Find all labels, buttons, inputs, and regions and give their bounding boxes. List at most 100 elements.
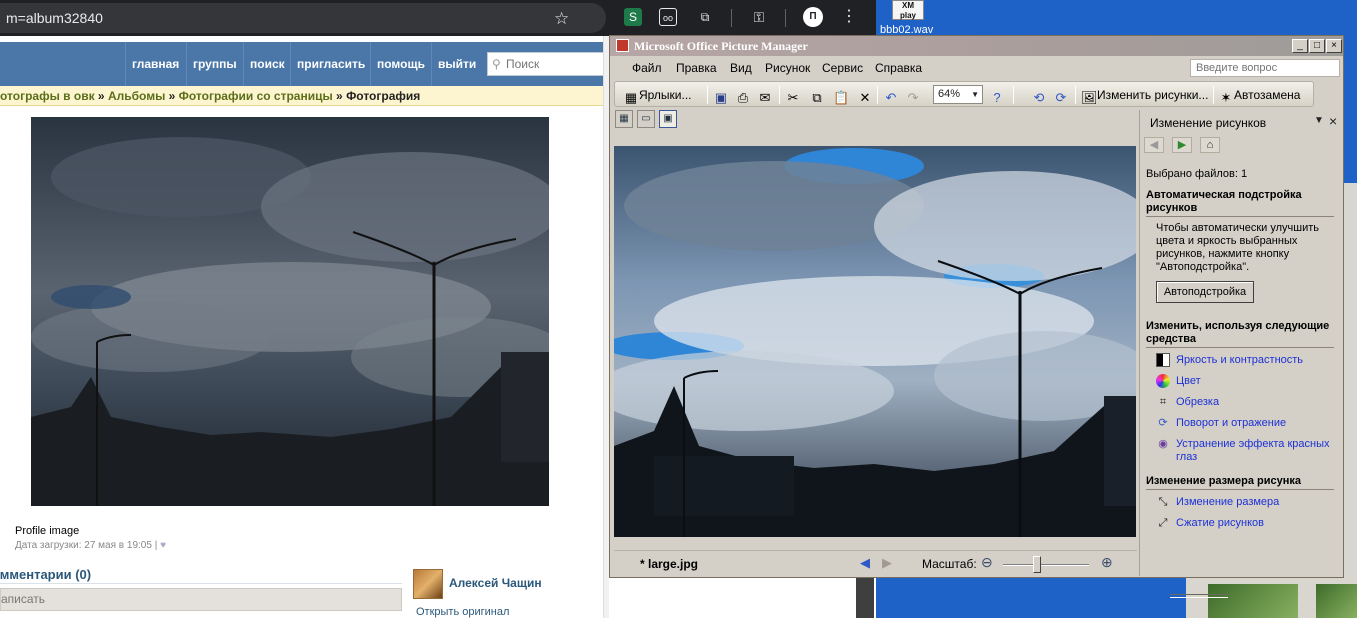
maximize-button[interactable]: □ [1309,39,1325,53]
copy-button[interactable]: ⧉ [809,85,825,105]
extension-s-icon[interactable]: S [624,8,642,26]
resize-icon: ⤡ [1158,496,1168,508]
close-icon[interactable]: × [1329,114,1337,128]
album-photo[interactable] [31,117,549,506]
print-button[interactable]: ⎙ [735,85,751,105]
save-button[interactable]: ▣ [713,85,729,105]
chevron-down-icon[interactable]: ▼ [971,86,979,103]
breadcrumb-user[interactable]: отографы в овк [0,89,95,103]
email-icon: ✉ [759,90,771,105]
open-original-link[interactable]: Открыть оригинал [416,606,509,618]
copy-icon: ⧉ [812,90,822,105]
nav-logout[interactable]: выйти [431,42,482,86]
redo-button[interactable]: ↷ [905,85,921,105]
view-toolbar: ▦ ▭ ▣ [613,110,1137,130]
site-search-input[interactable] [488,53,608,75]
help-button[interactable]: ? [989,85,1005,105]
ask-question-input[interactable] [1191,60,1339,76]
help-icon: ? [993,90,1001,105]
zoom-slider-track[interactable] [1003,564,1089,566]
back-icon[interactable]: ◀ [1144,137,1164,153]
background-window-edge [856,578,874,618]
like-heart-icon[interactable]: ♥ [160,540,166,551]
picture-preview[interactable] [614,146,1136,537]
site-nav-bar: главная группы поиск пригласить помощь в… [0,42,609,86]
author-avatar[interactable] [413,569,443,599]
resize-link[interactable]: Изменение размера [1176,496,1338,509]
extension-video-icon[interactable]: oo [659,8,677,26]
nav-invite[interactable]: пригласить [290,42,371,86]
compress-link[interactable]: Сжатие рисунков [1176,517,1338,530]
profile-avatar-icon[interactable]: Π [803,7,823,27]
previous-picture-icon[interactable]: ◀ [860,555,870,571]
delete-button[interactable]: ✕ [857,85,873,105]
nav-home[interactable]: главная [125,42,185,86]
zoom-combo[interactable]: 64% ▼ [933,85,983,104]
filmstrip-view-icon[interactable]: ▭ [637,110,655,128]
shortcuts-button[interactable]: ▦ Ярлыки... [623,85,692,105]
email-button[interactable]: ✉ [757,85,773,105]
nav-help[interactable]: помощь [370,42,431,86]
red-eye-link[interactable]: Устранение эффекта красных глаз [1176,438,1338,464]
menu-picture[interactable]: Рисунок [765,61,810,75]
zoom-slider-thumb[interactable] [1033,556,1042,573]
forward-icon[interactable]: ▶ [1172,137,1192,153]
site-search[interactable]: ⚲ [487,52,609,76]
password-key-icon[interactable]: ⚿ [750,8,768,26]
menu-view[interactable]: Вид [730,61,752,75]
chevron-down-icon[interactable]: ▼ [1314,115,1324,126]
toolbar-separator [779,86,780,104]
standard-toolbar: ▦ Ярлыки... ▣ ⎙ ✉ ✂ ⧉ 📋 ✕ ↶ ↷ 64% ▼ ? ⟲ ⟳ … [614,81,1314,107]
single-picture-view-icon[interactable]: ▣ [659,110,677,128]
write-comment-field[interactable]: аписать [0,588,402,611]
extensions-puzzle-icon[interactable]: ⧉ [696,8,714,26]
menu-help[interactable]: Справка [875,61,922,75]
nav-search[interactable]: поиск [243,42,291,86]
menu-edit[interactable]: Правка [676,61,717,75]
autoreplace-button[interactable]: ✶ Автозамена [1218,85,1301,105]
bookmark-star-icon[interactable]: ☆ [554,9,569,29]
undo-button[interactable]: ↶ [883,85,899,105]
thumbnail-view-icon[interactable]: ▦ [615,110,633,128]
color-link[interactable]: Цвет [1176,375,1338,388]
browser-menu-icon[interactable]: ⋮ [840,8,858,26]
autoreplace-label: Автозамена [1234,88,1301,102]
search-icon: ⚲ [492,57,501,71]
author-name-link[interactable]: Алексей Чащин [449,576,542,590]
crop-link[interactable]: Обрезка [1176,396,1338,409]
thumbnail-image[interactable] [1208,584,1298,618]
xmplay-file-icon[interactable]: XM play [892,0,924,20]
brightness-contrast-link[interactable]: Яркость и контрастность [1176,354,1338,367]
url-text[interactable]: m=album32840 [6,3,103,33]
undo-icon: ↶ [885,90,897,105]
edit-pictures-button[interactable]: 🖼Изменить рисунки... [1081,85,1208,105]
paste-button[interactable]: 📋 [833,85,849,105]
breadcrumb-current: Фотография [346,89,421,103]
rotate-left-button[interactable]: ⟲ [1031,85,1047,105]
breadcrumb: отографы в овк » Альбомы » Фотографии со… [0,86,603,106]
menu-bar: Файл Правка Вид Рисунок Сервис Справка [610,56,1343,80]
thumbnail-image[interactable] [1316,584,1357,618]
toolbar-divider [785,9,786,27]
nav-groups[interactable]: группы [186,42,243,86]
address-bar[interactable]: m=album32840 ☆ [0,3,606,33]
save-icon: ▣ [714,90,728,105]
breadcrumb-album[interactable]: Фотографии со страницы [179,89,333,103]
minimize-button[interactable]: _ [1292,39,1308,53]
menu-tools[interactable]: Сервис [822,61,863,75]
rotate-right-button[interactable]: ⟳ [1053,85,1069,105]
zoom-in-icon[interactable]: ⊕ [1101,554,1113,571]
menu-file[interactable]: Файл [632,61,662,75]
cut-button[interactable]: ✂ [785,85,801,105]
window-title-bar[interactable]: Microsoft Office Picture Manager _ □ × [610,36,1343,56]
comments-heading: омментарии (0) [0,567,92,582]
selected-files-count: Выбрано файлов: 1 [1146,168,1248,180]
ask-question-box[interactable] [1190,59,1340,77]
home-icon[interactable]: ⌂ [1200,137,1220,153]
next-picture-icon[interactable]: ▶ [882,555,892,571]
auto-correct-button[interactable]: Автоподстройка [1156,281,1254,303]
close-button[interactable]: × [1326,39,1342,53]
zoom-out-icon[interactable]: ⊖ [981,554,993,571]
breadcrumb-albums[interactable]: Альбомы [108,89,165,103]
rotate-flip-link[interactable]: Поворот и отражение [1176,417,1338,430]
